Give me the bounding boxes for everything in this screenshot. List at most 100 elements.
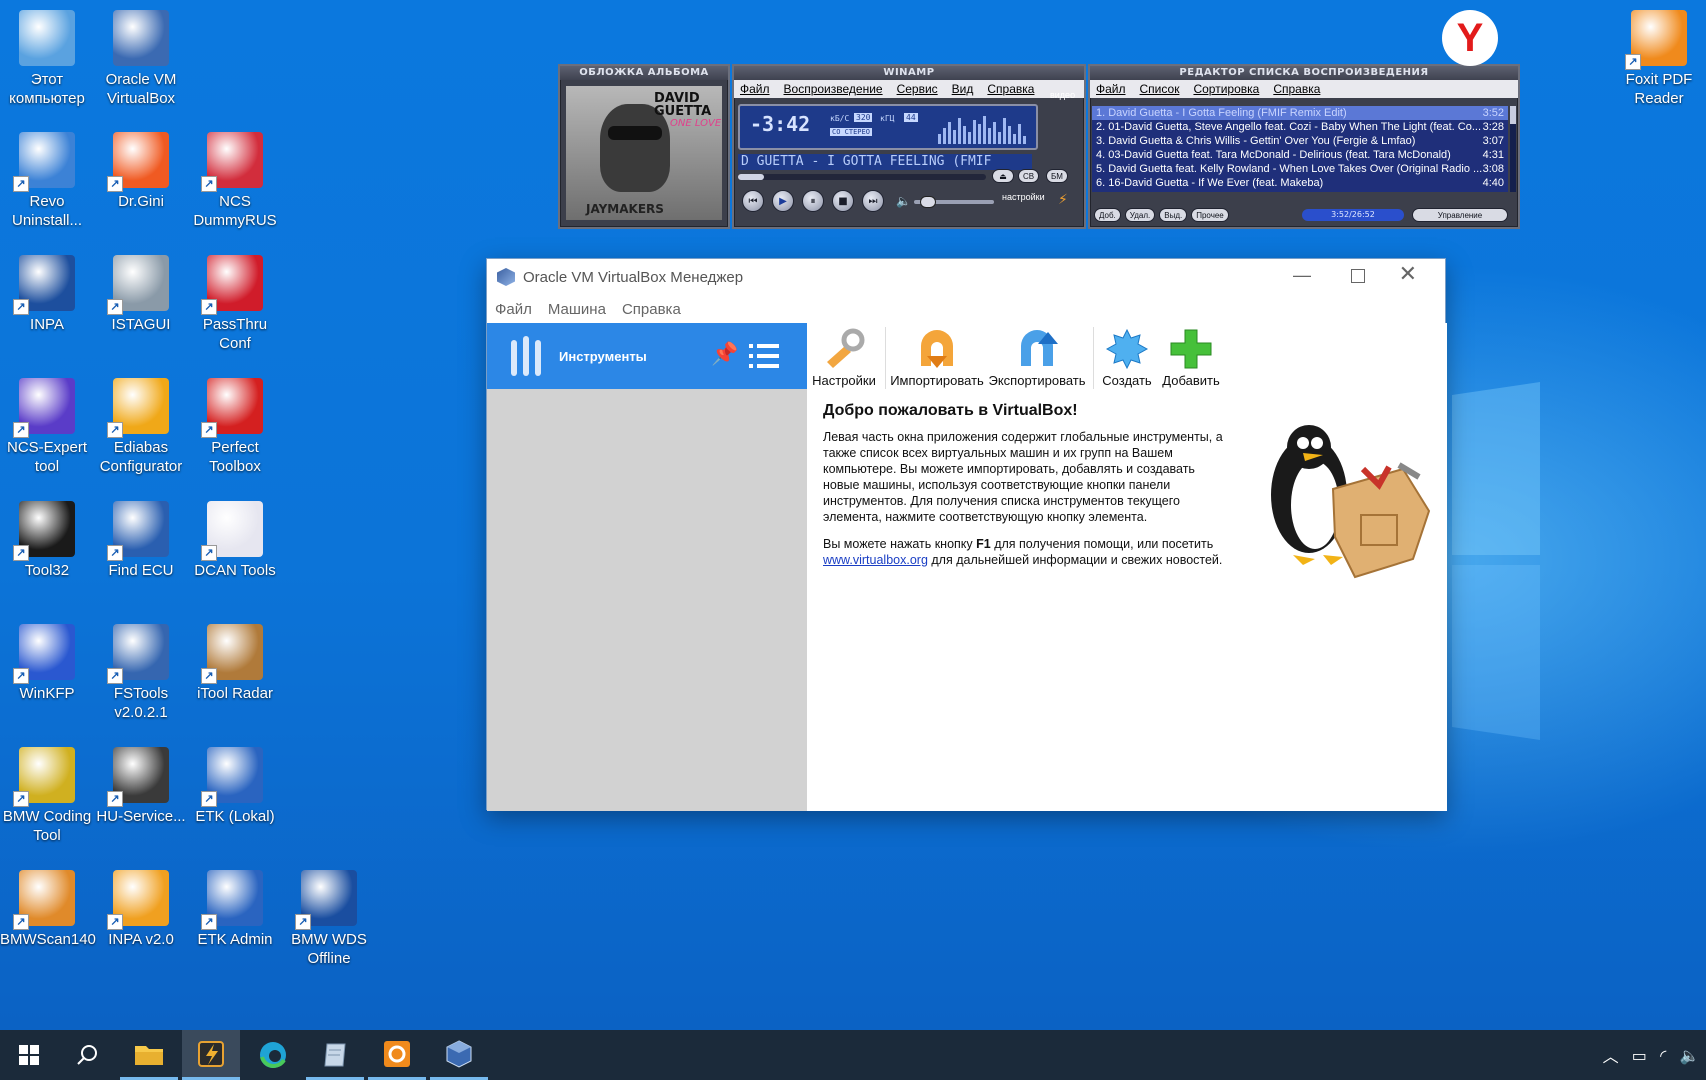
winamp-menu-playback[interactable]: Воспроизведение (784, 82, 883, 96)
desktop-icon-hu-service[interactable]: ↗ HU-Service... (94, 741, 188, 859)
vbox-menu-machine[interactable]: Машина (548, 301, 606, 318)
vbox-menu-file[interactable]: Файл (495, 301, 532, 318)
desktop-icon-bmw-wds-offline[interactable]: ↗ BMW WDS Offline (282, 864, 376, 982)
playlist-row[interactable]: 4. 03-David Guetta feat. Tara McDonald -… (1092, 148, 1508, 162)
playlist-remove-button[interactable]: Удал. (1124, 208, 1156, 222)
start-button[interactable] (0, 1030, 58, 1080)
desktop-icon-ncs-dummy[interactable]: ↗ NCS DummyRUS (188, 126, 282, 244)
playlist-scrollbar[interactable] (1510, 106, 1516, 192)
settings-tool-button[interactable]: Настройки (811, 327, 877, 388)
pin-icon[interactable]: 📌 (711, 341, 738, 367)
desktop-icon-etk-lokal[interactable]: ↗ ETK (Lokal) (188, 741, 282, 859)
vbox-menu-help[interactable]: Справка (622, 301, 681, 318)
playlist-menu-help[interactable]: Справка (1273, 82, 1320, 96)
etk-lokal-icon: ↗ (201, 747, 263, 807)
pause-icon[interactable]: ⏸ (802, 190, 824, 212)
add-tool-button[interactable]: Добавить (1159, 327, 1223, 388)
previous-icon[interactable]: ⏮ (742, 190, 764, 212)
desktop-icon-find-ecu[interactable]: ↗ Find ECU (94, 495, 188, 613)
playlist-row[interactable]: 1. David Guetta - I Gotta Feeling (FMIF … (1092, 106, 1508, 120)
desktop-icon-winkfp[interactable]: ↗ WinKFP (0, 618, 94, 736)
playlist-track-title: 2. 01-David Guetta, Steve Angello feat. … (1096, 121, 1482, 133)
desktop-icon-dcan-tools[interactable]: ↗ DCAN Tools (188, 495, 282, 613)
desktop-icon-istagui[interactable]: ↗ ISTAGUI (94, 249, 188, 367)
search-button[interactable] (58, 1030, 116, 1080)
playlist-row[interactable]: 6. 16-David Guetta - If We Ever (feat. M… (1092, 176, 1508, 190)
winamp-main-window[interactable]: WINAMP Файл Воспроизведение Сервис Вид С… (732, 64, 1086, 229)
vbox-app-icon (497, 268, 515, 286)
album-art-titlebar[interactable]: ОБЛОЖКА АЛЬБОМА (560, 66, 728, 80)
desktop-icon-fstools[interactable]: ↗ FSTools v2.0.2.1 (94, 618, 188, 736)
export-tool-button[interactable]: Экспортировать (987, 327, 1087, 388)
battery-icon[interactable]: ▭ (1632, 1046, 1647, 1065)
winamp-lightning-icon[interactable]: ⚡ (1058, 192, 1068, 208)
winamp-titlebar[interactable]: WINAMP (734, 66, 1084, 80)
volume-slider[interactable] (914, 196, 994, 208)
vbox-titlebar[interactable]: Oracle VM VirtualBox Менеджер — ✕ (487, 259, 1445, 295)
eject-button[interactable]: ⏏ (992, 169, 1014, 183)
desktop-icon-revo-uninstaller[interactable]: ↗ Revo Uninstall... (0, 126, 94, 244)
maximize-icon[interactable] (1351, 269, 1365, 283)
winamp-menu-file[interactable]: Файл (740, 82, 770, 96)
next-icon[interactable]: ⏭ (862, 190, 884, 212)
wifi-icon[interactable]: ◜ (1660, 1046, 1666, 1065)
playlist-row[interactable]: 3. David Guetta & Chris Willis - Gettin'… (1092, 134, 1508, 148)
import-tool-button[interactable]: Импортировать (889, 327, 985, 388)
taskbar-notepad[interactable] (306, 1030, 364, 1080)
desktop-icon-inpa-v2[interactable]: ↗ INPA v2.0 (94, 864, 188, 982)
details-list-icon[interactable] (749, 343, 779, 369)
speaker-icon[interactable]: 🔈 (1679, 1046, 1699, 1065)
virtualbox-org-link[interactable]: www.virtualbox.org (823, 553, 928, 567)
para2-text-a: Вы можете нажать кнопку (823, 537, 977, 551)
desktop-icon-inpa[interactable]: ↗ INPA (0, 249, 94, 367)
winamp-menu-help[interactable]: Справка (987, 82, 1034, 96)
playlist-misc-button[interactable]: Прочее (1191, 208, 1229, 222)
winamp-menu-view[interactable]: Вид (952, 82, 974, 96)
playlist-select-button[interactable]: Выд. (1159, 208, 1188, 222)
cb-button[interactable]: СВ (1018, 169, 1040, 183)
desktop-icon-ncs-expert[interactable]: ↗ NCS-Expert tool (0, 372, 94, 490)
bm-button[interactable]: БМ (1046, 169, 1068, 183)
vbox-tools-item[interactable]: Инструменты 📌 (487, 323, 807, 389)
playlist-row[interactable]: 2. 01-David Guetta, Steve Angello feat. … (1092, 120, 1508, 134)
close-icon[interactable]: ✕ (1399, 261, 1417, 287)
desktop-icon-tool32[interactable]: ↗ Tool32 (0, 495, 94, 613)
desktop-icon-dr-gini[interactable]: ↗ Dr.Gini (94, 126, 188, 244)
playlist-add-button[interactable]: Доб. (1094, 208, 1121, 222)
desktop-icon-itool-radar[interactable]: ↗ iTool Radar (188, 618, 282, 736)
taskbar-foxit[interactable] (368, 1030, 426, 1080)
taskbar-file-explorer[interactable] (120, 1030, 178, 1080)
video-label[interactable]: видео (1050, 90, 1075, 100)
settings-label[interactable]: настройки (1002, 192, 1045, 202)
seek-bar[interactable] (738, 174, 986, 180)
taskbar-edge[interactable] (244, 1030, 302, 1080)
playlist-row[interactable]: 5. David Guetta feat. Kelly Rowland - Wh… (1092, 162, 1508, 176)
desktop-icon-bmw-coding-tool[interactable]: ↗ BMW Coding Tool (0, 741, 94, 859)
taskbar-virtualbox[interactable] (430, 1030, 488, 1080)
playlist-menu-sort[interactable]: Сортировка (1193, 82, 1259, 96)
taskbar-winamp[interactable] (182, 1030, 240, 1080)
playlist-titlebar[interactable]: РЕДАКТОР СПИСКА ВОСПРОИЗВЕДЕНИЯ (1090, 66, 1518, 80)
playlist-manage-button[interactable]: Управление (1412, 208, 1508, 222)
desktop-icon-etk-admin[interactable]: ↗ ETK Admin (188, 864, 282, 982)
desktop-icon-passthru-conf[interactable]: ↗ PassThru Conf (188, 249, 282, 367)
welcome-heading: Добро пожаловать в VirtualBox! (823, 402, 1078, 419)
desktop-icon-bmwscan140[interactable]: ↗ BMWScan140 (0, 864, 96, 982)
desktop-icon-virtualbox[interactable]: Oracle VM VirtualBox (94, 4, 188, 122)
playlist-menu-file[interactable]: Файл (1096, 82, 1126, 96)
winamp-menu-tools[interactable]: Сервис (897, 82, 938, 96)
winamp-album-art-window[interactable]: ОБЛОЖКА АЛЬБОМА DAVID GUETTA ONE LOVE JA… (558, 64, 730, 229)
desktop-icon-this-pc[interactable]: Этот компьютер (0, 4, 94, 122)
stop-icon[interactable]: ■ (832, 190, 854, 212)
play-icon[interactable]: ▶ (772, 190, 794, 212)
winamp-playlist-window[interactable]: РЕДАКТОР СПИСКА ВОСПРОИЗВЕДЕНИЯ Файл Спи… (1088, 64, 1520, 229)
desktop-icon-foxit-pdf-reader[interactable]: ↗ Foxit PDF Reader (1612, 4, 1706, 122)
minimize-icon[interactable]: — (1293, 265, 1311, 286)
desktop-icon-perfect-toolbox[interactable]: ↗ Perfect Toolbox (188, 372, 282, 490)
new-tool-button[interactable]: Создать (1097, 327, 1157, 388)
yandex-browser-icon[interactable]: Y (1442, 10, 1498, 66)
virtualbox-manager-window[interactable]: Oracle VM VirtualBox Менеджер — ✕ Файл М… (486, 258, 1447, 811)
chevron-up-icon[interactable]: ︿ (1603, 1043, 1619, 1067)
playlist-menu-list[interactable]: Список (1140, 82, 1180, 96)
desktop-icon-ediabas-configurator[interactable]: ↗ Ediabas Configurator (94, 372, 188, 490)
